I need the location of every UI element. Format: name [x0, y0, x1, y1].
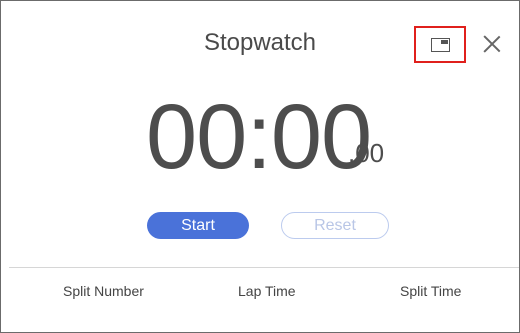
column-header-split-number: Split Number	[63, 283, 144, 299]
time-display: 00:00	[146, 86, 372, 188]
column-header-lap-time: Lap Time	[238, 283, 296, 299]
reset-button[interactable]: Reset	[281, 212, 389, 239]
stopwatch-window: Stopwatch 00:00 .00 Start Reset Split Nu…	[0, 0, 520, 333]
time-fraction: .00	[348, 138, 385, 168]
picture-in-picture-icon	[430, 37, 450, 52]
start-button[interactable]: Start	[147, 212, 249, 239]
divider	[9, 267, 519, 268]
column-header-split-time: Split Time	[400, 283, 462, 299]
picture-in-picture-button[interactable]	[414, 26, 466, 63]
close-icon[interactable]	[479, 31, 505, 57]
